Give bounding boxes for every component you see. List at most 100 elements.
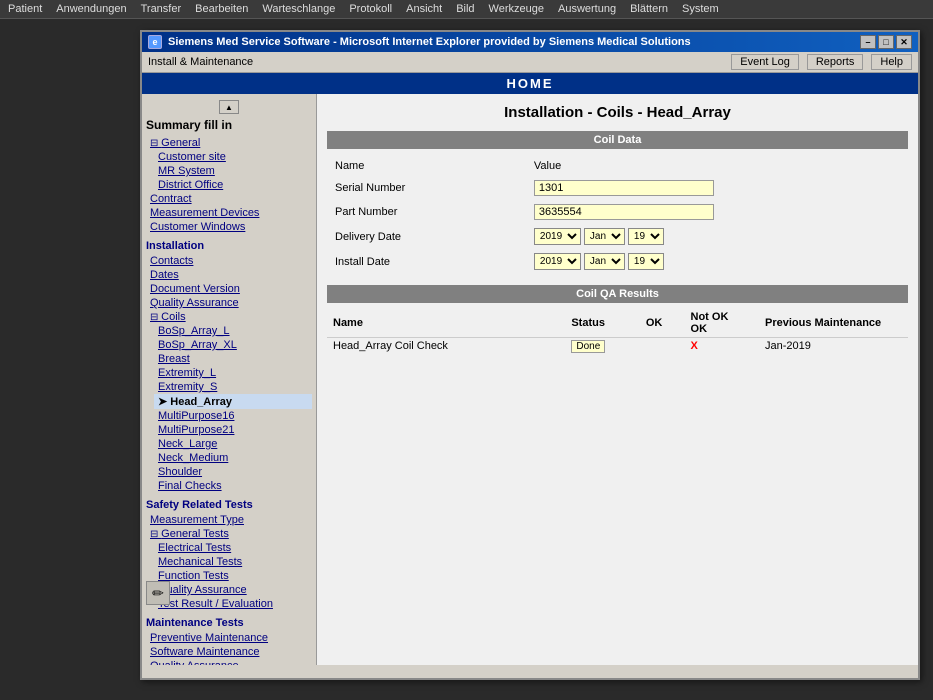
- value-col-label: Value: [528, 157, 906, 175]
- sidebar: ▲ Summary fill in General Customer site …: [142, 94, 317, 665]
- sidebar-item-general[interactable]: General: [146, 136, 312, 150]
- page-title: Installation - Coils - Head_Array: [327, 104, 908, 121]
- sidebar-item-quality-assurance-maint[interactable]: Quality Assurance: [146, 659, 312, 665]
- toolbar-app-label: Install & Maintenance: [148, 56, 253, 68]
- sidebar-item-general-tests[interactable]: General Tests: [146, 527, 312, 541]
- sidebar-item-coils[interactable]: Coils: [146, 310, 312, 324]
- menu-system[interactable]: System: [682, 3, 719, 15]
- sidebar-item-quality-assurance-safety[interactable]: Quality Assurance: [154, 583, 312, 597]
- browser-window: e Siemens Med Service Software - Microso…: [140, 30, 920, 680]
- name-col-label: Name: [329, 157, 526, 175]
- sidebar-item-mechanical-tests[interactable]: Mechanical Tests: [154, 555, 312, 569]
- install-date-label: Install Date: [329, 250, 526, 273]
- menu-bild[interactable]: Bild: [456, 3, 474, 15]
- sidebar-item-measurement-devices[interactable]: Measurement Devices: [146, 206, 312, 220]
- menu-auswertung[interactable]: Auswertung: [558, 3, 616, 15]
- menu-anwendungen[interactable]: Anwendungen: [56, 3, 126, 15]
- minimize-button[interactable]: –: [860, 35, 876, 49]
- menu-blaettern[interactable]: Blättern: [630, 3, 668, 15]
- general-group: Customer site MR System District Office: [146, 150, 312, 192]
- menu-bearbeiten[interactable]: Bearbeiten: [195, 3, 248, 15]
- sidebar-item-district-office[interactable]: District Office: [154, 178, 312, 192]
- sidebar-item-function-tests[interactable]: Function Tests: [154, 569, 312, 583]
- qa-prev-header: Previous Maintenance: [759, 309, 908, 338]
- not-ok-indicator: X: [691, 340, 698, 352]
- install-date-select: 2019 Jan 19: [534, 253, 664, 270]
- home-bar: HOME: [142, 73, 918, 94]
- sidebar-item-measurement-type[interactable]: Measurement Type: [146, 513, 312, 527]
- sidebar-item-extremity-l[interactable]: Extremity_L: [154, 366, 312, 380]
- close-button[interactable]: ✕: [896, 35, 912, 49]
- qa-name-header: Name: [327, 309, 565, 338]
- delivery-year-select[interactable]: 2019: [534, 228, 581, 245]
- sidebar-item-extremity-s[interactable]: Extremity_S: [154, 380, 312, 394]
- part-number-input[interactable]: [534, 204, 714, 220]
- part-number-label: Part Number: [329, 201, 526, 223]
- sidebar-item-customer-site[interactable]: Customer site: [154, 150, 312, 164]
- sidebar-item-multipurpose16[interactable]: MultiPurpose16: [154, 409, 312, 423]
- coils-group: BoSp_Array_L BoSp_Array_XL Breast Extrem…: [146, 324, 312, 493]
- delivery-date-select: 2019 Jan 19: [534, 228, 664, 245]
- summary-title: Summary fill in: [146, 118, 312, 132]
- sidebar-item-preventive-maintenance[interactable]: Preventive Maintenance: [146, 631, 312, 645]
- sidebar-item-head-array[interactable]: ➤ Head_Array: [154, 394, 312, 409]
- qa-status-header: Status: [565, 309, 639, 338]
- delivery-day-select[interactable]: 19: [628, 228, 664, 245]
- menu-warteschlange[interactable]: Warteschlange: [262, 3, 335, 15]
- qa-row-prev: Jan-2019: [759, 338, 908, 355]
- reports-button[interactable]: Reports: [807, 54, 864, 70]
- general-tests-group: Electrical Tests Mechanical Tests Functi…: [146, 541, 312, 611]
- coil-qa-header: Coil QA Results: [327, 285, 908, 303]
- table-row: Head_Array Coil Check Done X Jan-2019: [327, 338, 908, 355]
- toolbar: Install & Maintenance Event Log Reports …: [142, 52, 918, 73]
- sidebar-item-software-maintenance[interactable]: Software Maintenance: [146, 645, 312, 659]
- sidebar-item-document-version[interactable]: Document Version: [146, 282, 312, 296]
- window-title: Siemens Med Service Software - Microsoft…: [168, 36, 691, 48]
- sidebar-item-multipurpose21[interactable]: MultiPurpose21: [154, 423, 312, 437]
- part-number-cell: [528, 201, 906, 223]
- help-button[interactable]: Help: [871, 54, 912, 70]
- menu-transfer[interactable]: Transfer: [141, 3, 182, 15]
- menu-protokoll[interactable]: Protokoll: [349, 3, 392, 15]
- menu-ansicht[interactable]: Ansicht: [406, 3, 442, 15]
- sidebar-item-quality-assurance[interactable]: Quality Assurance: [146, 296, 312, 310]
- coil-data-header: Coil Data: [327, 131, 908, 149]
- sidebar-item-breast[interactable]: Breast: [154, 352, 312, 366]
- sidebar-item-electrical-tests[interactable]: Electrical Tests: [154, 541, 312, 555]
- install-date-cell: 2019 Jan 19: [528, 250, 906, 273]
- sidebar-item-final-checks[interactable]: Final Checks: [154, 479, 312, 493]
- sidebar-item-bosp-array-xl[interactable]: BoSp_Array_XL: [154, 338, 312, 352]
- menu-werkzeuge[interactable]: Werkzeuge: [489, 3, 544, 15]
- qa-notok-header: Not OK OK: [685, 309, 759, 338]
- delivery-date-cell: 2019 Jan 19: [528, 225, 906, 248]
- sidebar-item-mr-system[interactable]: MR System: [154, 164, 312, 178]
- sidebar-scroll-top: ▲: [146, 100, 312, 114]
- sidebar-item-contacts[interactable]: Contacts: [146, 254, 312, 268]
- scroll-up-button[interactable]: ▲: [219, 100, 239, 114]
- title-bar: e Siemens Med Service Software - Microso…: [142, 32, 918, 52]
- serial-number-cell: [528, 177, 906, 199]
- safety-title: Safety Related Tests: [146, 499, 312, 511]
- serial-number-input[interactable]: [534, 180, 714, 196]
- delivery-date-label: Delivery Date: [329, 225, 526, 248]
- sidebar-item-bosp-array-l[interactable]: BoSp_Array_L: [154, 324, 312, 338]
- sidebar-item-neck-medium[interactable]: Neck_Medium: [154, 451, 312, 465]
- pencil-icon[interactable]: ✏: [146, 581, 170, 605]
- sidebar-item-dates[interactable]: Dates: [146, 268, 312, 282]
- qa-row-ok: [640, 338, 685, 355]
- sidebar-item-contract[interactable]: Contract: [146, 192, 312, 206]
- sidebar-item-shoulder[interactable]: Shoulder: [154, 465, 312, 479]
- os-menubar: Patient Anwendungen Transfer Bearbeiten …: [0, 0, 933, 19]
- sidebar-item-neck-large[interactable]: Neck_Large: [154, 437, 312, 451]
- install-year-select[interactable]: 2019: [534, 253, 581, 270]
- restore-button[interactable]: □: [878, 35, 894, 49]
- delivery-month-select[interactable]: Jan: [584, 228, 625, 245]
- event-log-button[interactable]: Event Log: [731, 54, 799, 70]
- sidebar-item-test-result-evaluation[interactable]: Test Result / Evaluation: [154, 597, 312, 611]
- install-month-select[interactable]: Jan: [584, 253, 625, 270]
- main-panel: Installation - Coils - Head_Array Coil D…: [317, 94, 918, 665]
- menu-patient[interactable]: Patient: [8, 3, 42, 15]
- install-day-select[interactable]: 19: [628, 253, 664, 270]
- maintenance-title: Maintenance Tests: [146, 617, 312, 629]
- sidebar-item-customer-windows[interactable]: Customer Windows: [146, 220, 312, 234]
